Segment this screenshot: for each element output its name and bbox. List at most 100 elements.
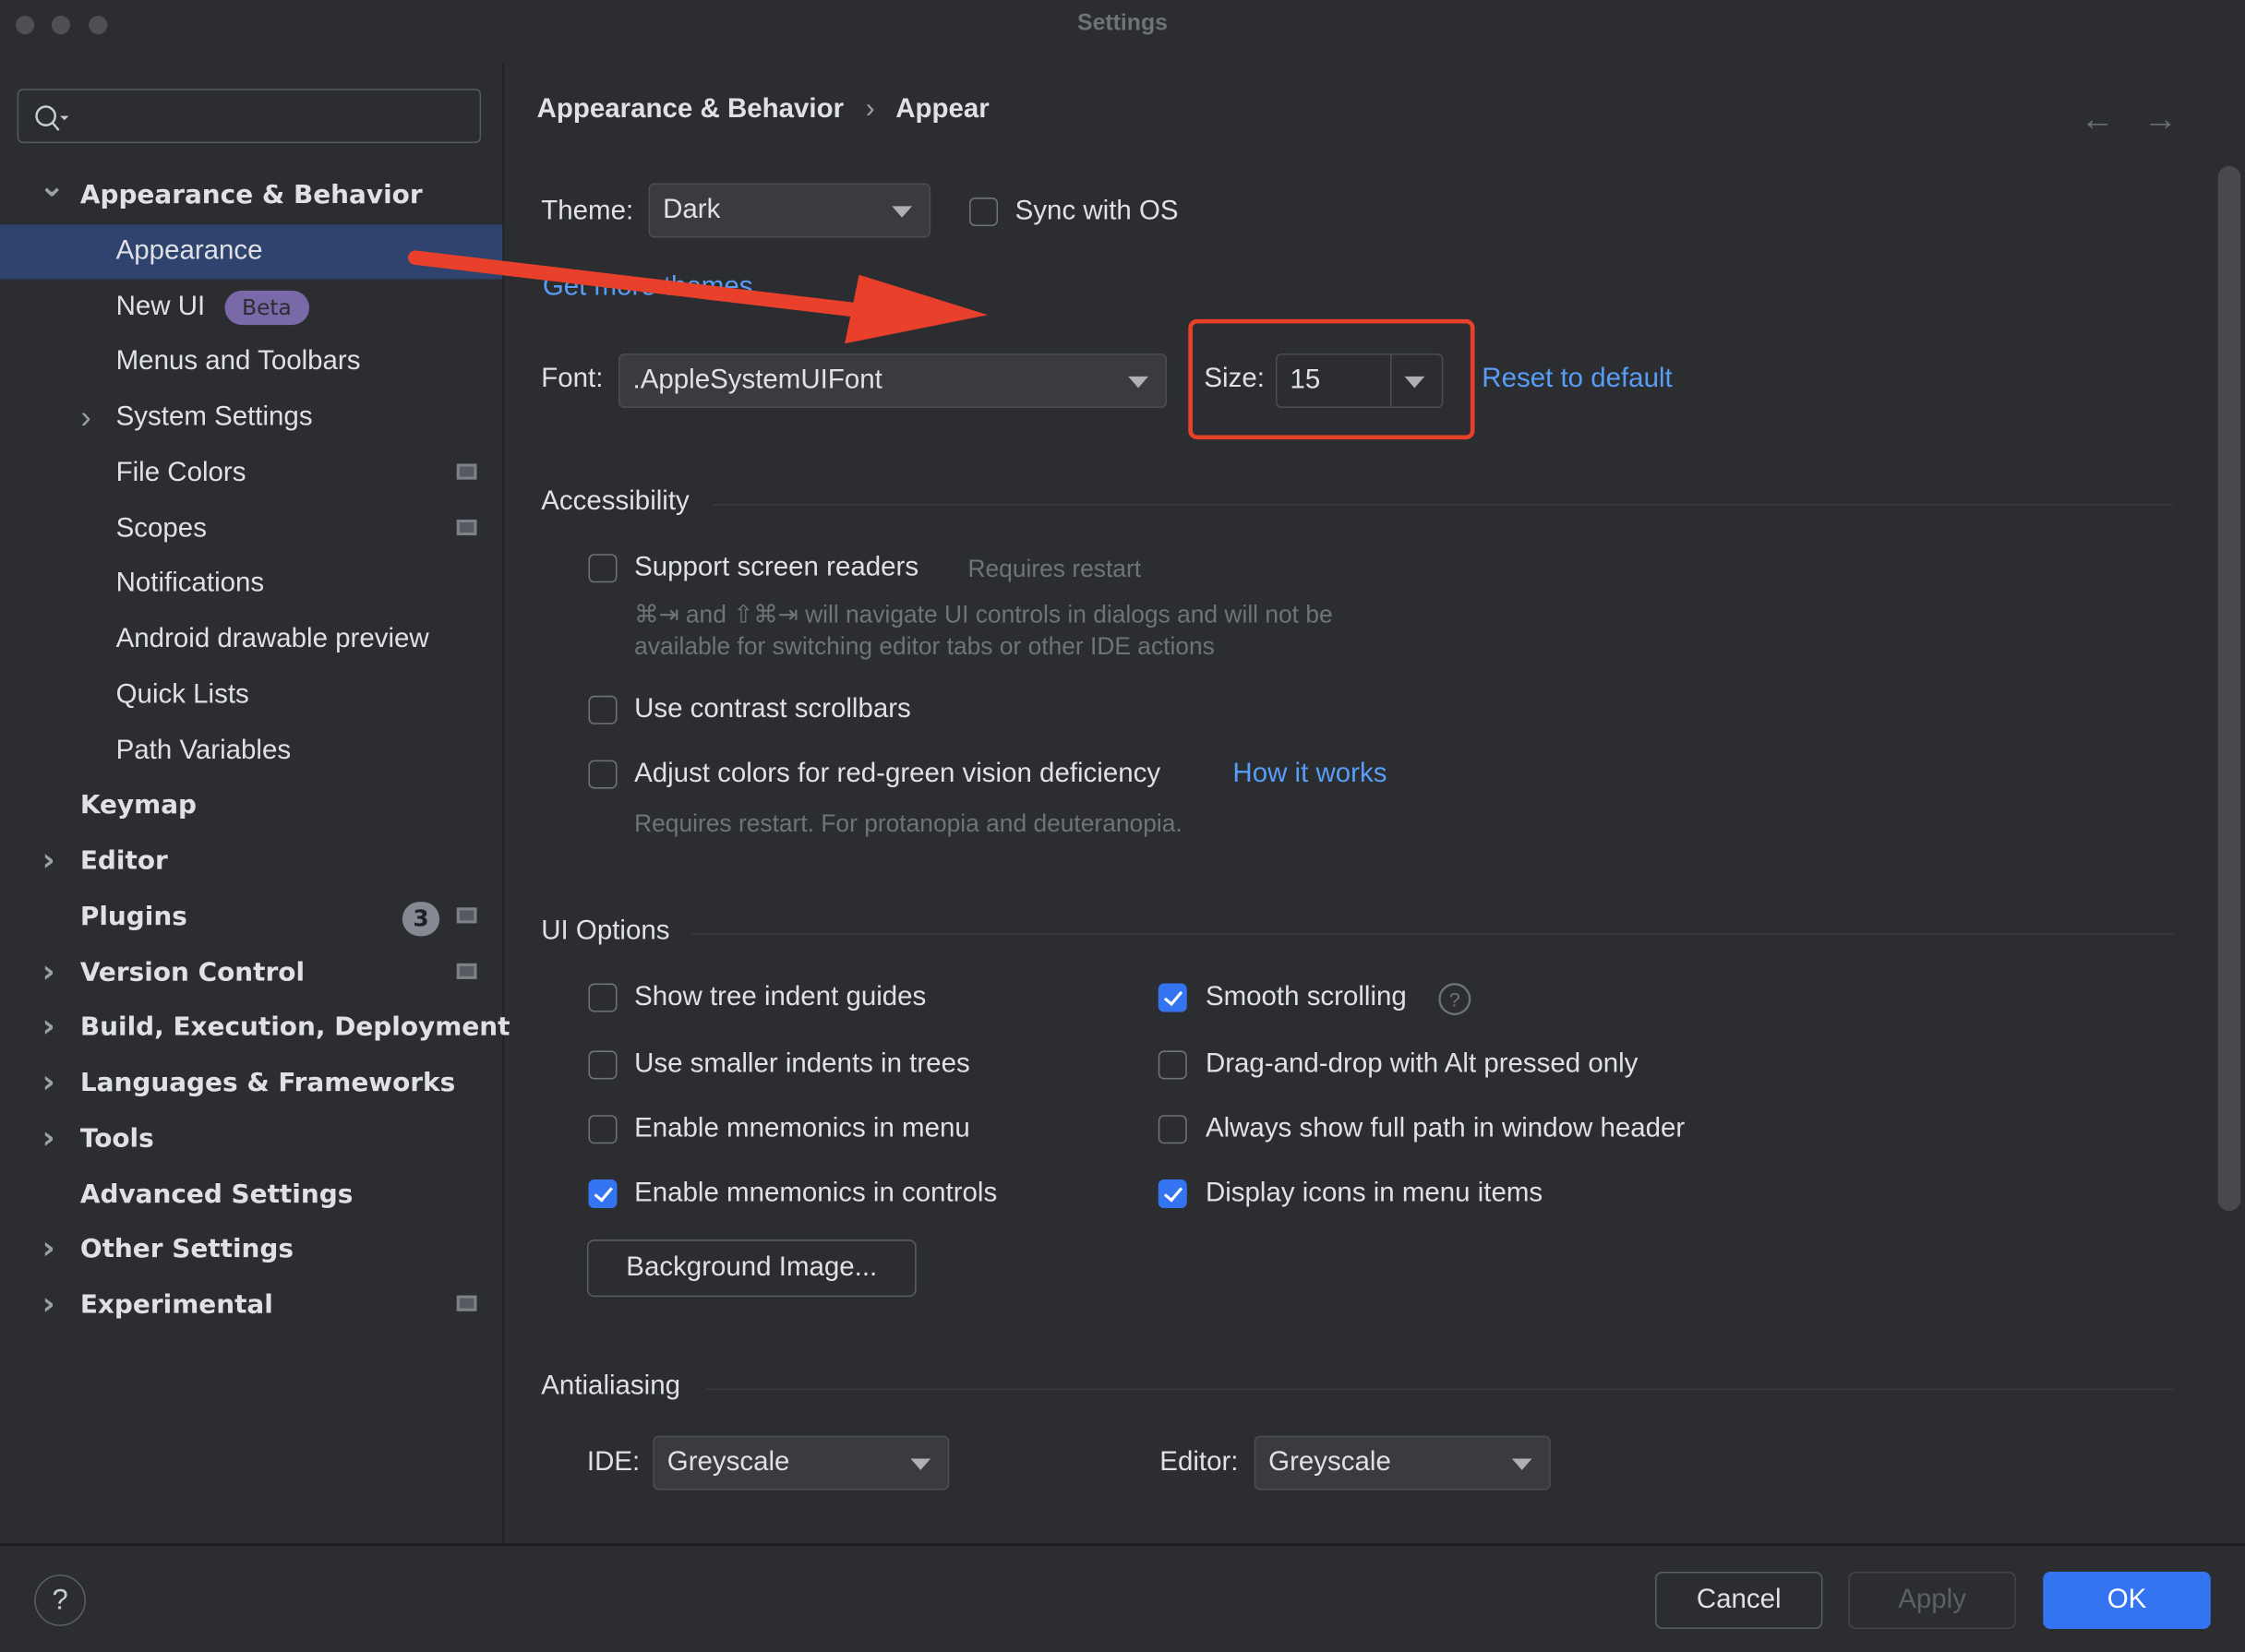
sidebar-item-label: Menus and Toolbars [115, 346, 361, 377]
editor-antialiasing-dropdown[interactable]: Greyscale [1254, 1435, 1551, 1490]
drag-and-drop-with-alt-pressed-only-checkbox[interactable] [1158, 1050, 1187, 1080]
back-arrow-icon[interactable]: ← [2081, 101, 2115, 140]
always-show-full-path-in-window-header-checkbox[interactable] [1158, 1115, 1187, 1144]
sidebar-item-file-colors[interactable]: File Colors [0, 447, 502, 501]
chevron-right-icon[interactable]: › [39, 1112, 59, 1167]
settings-search-input[interactable] [17, 89, 482, 144]
accessibility-section-title: Accessibility [541, 486, 690, 517]
font-dropdown[interactable]: .AppleSystemUIFont [618, 353, 1168, 409]
cancel-button[interactable]: Cancel [1654, 1571, 1823, 1630]
sidebar-item-label: System Settings [115, 401, 313, 433]
chevron-down-icon[interactable]: ⌄ [39, 161, 66, 215]
search-field[interactable] [76, 95, 469, 139]
requires-restart-note: Requires restart [967, 555, 1142, 583]
dialog-footer: ? Cancel Apply OK [0, 1542, 2245, 1652]
sidebar-item-plugins[interactable]: Plugins 3 [0, 890, 502, 944]
sidebar-item-label: Other Settings [79, 1234, 294, 1264]
project-level-icon [456, 1295, 477, 1311]
sidebar-item-label: Appearance & Behavior [79, 180, 423, 210]
breadcrumb-separator: › [865, 94, 875, 125]
sidebar-item-other-settings[interactable]: › Other Settings [0, 1223, 502, 1277]
main-panel-scrollbar[interactable] [2217, 165, 2241, 1212]
plugins-update-count-badge: 3 [402, 901, 440, 936]
sidebar-item-build-execution-deployment[interactable]: › Build, Execution, Deployment [0, 1001, 510, 1056]
contrast-scrollbars-label: Use contrast scrollbars [634, 694, 911, 724]
drag-and-drop-with-alt-pressed-only-label: Drag-and-drop with Alt pressed only [1205, 1048, 1639, 1080]
sidebar-item-label: Build, Execution, Deployment [79, 1012, 510, 1043]
contrast-scrollbars-checkbox[interactable] [588, 695, 618, 724]
chevron-right-icon[interactable]: › [39, 945, 59, 1000]
ide-antialiasing-value: Greyscale [666, 1447, 790, 1478]
breadcrumb-parent[interactable]: Appearance & Behavior [537, 94, 844, 125]
use-smaller-indents-in-trees-checkbox[interactable] [588, 1050, 618, 1080]
display-icons-in-menu-items-checkbox[interactable] [1158, 1179, 1187, 1209]
theme-dropdown[interactable]: Dark [648, 183, 931, 238]
chevron-down-icon [910, 1458, 931, 1470]
beta-badge: Beta [224, 290, 309, 325]
sidebar-item-quick-lists[interactable]: Quick Lists [0, 668, 502, 723]
sidebar-item-label: Notifications [115, 569, 265, 599]
color-deficiency-label: Adjust colors for red-green vision defic… [634, 759, 1161, 789]
sidebar-item-label: Android drawable preview [115, 624, 429, 654]
breadcrumb: Appearance & Behavior › Appear [537, 94, 990, 126]
section-divider [713, 503, 2174, 506]
reset-to-default-link[interactable]: Reset to default [1482, 364, 1672, 395]
chevron-right-icon[interactable]: › [39, 1001, 59, 1056]
sidebar-item-label: Quick Lists [115, 679, 249, 710]
chevron-down-icon [1511, 1458, 1532, 1470]
sidebar-item-label: Scopes [115, 513, 207, 544]
sidebar-item-advanced-settings[interactable]: Advanced Settings [0, 1167, 502, 1222]
ide-antialiasing-label: IDE: [586, 1447, 641, 1478]
sidebar-item-system-settings[interactable]: › System Settings [0, 390, 502, 445]
window-title: Settings [1077, 11, 1168, 36]
chevron-right-icon[interactable]: › [76, 390, 96, 445]
sync-os-checkbox[interactable] [969, 198, 999, 227]
project-level-icon [456, 963, 477, 979]
support-screen-readers-checkbox[interactable] [588, 554, 618, 583]
sidebar-item-tools[interactable]: › Tools [0, 1112, 502, 1167]
sidebar-item-label: Advanced Settings [79, 1179, 354, 1209]
show-tree-indent-guides-checkbox[interactable] [588, 983, 618, 1012]
smooth-scrolling-checkbox[interactable] [1158, 983, 1187, 1012]
sidebar-item-android-drawable-preview[interactable]: Android drawable preview [0, 613, 502, 667]
chevron-right-icon[interactable]: › [39, 1057, 59, 1111]
ok-button[interactable]: OK [2043, 1571, 2211, 1630]
chevron-right-icon[interactable]: › [39, 834, 59, 889]
ide-antialiasing-dropdown[interactable]: Greyscale [653, 1435, 950, 1490]
how-it-works-link[interactable]: How it works [1232, 759, 1387, 790]
project-level-icon [456, 463, 477, 480]
breadcrumb-current: Appear [895, 94, 990, 125]
enable-mnemonics-in-controls-checkbox[interactable] [588, 1179, 618, 1209]
sidebar-item-label: Plugins [79, 901, 187, 932]
background-image-button[interactable]: Background Image... [586, 1239, 917, 1298]
support-screen-readers-label: Support screen readers [634, 552, 919, 583]
apply-button[interactable]: Apply [1848, 1571, 2016, 1630]
color-deficiency-checkbox[interactable] [588, 760, 618, 789]
theme-label: Theme: [541, 196, 634, 227]
sidebar-item-version-control[interactable]: › Version Control [0, 945, 502, 1000]
help-question-icon[interactable]: ? [1437, 982, 1471, 1016]
show-tree-indent-guides-label: Show tree indent guides [634, 981, 927, 1012]
chevron-right-icon[interactable]: › [39, 1278, 59, 1333]
sidebar-item-scopes[interactable]: Scopes [0, 502, 502, 557]
annotation-highlight-box [1188, 318, 1475, 440]
sidebar-item-notifications[interactable]: Notifications [0, 557, 502, 612]
svg-text:?: ? [1449, 988, 1460, 1011]
search-icon [35, 105, 69, 131]
sidebar-item-label: New UI [115, 291, 206, 322]
chevron-right-icon[interactable]: › [39, 1223, 59, 1277]
sidebar-item-languages-frameworks[interactable]: › Languages & Frameworks [0, 1057, 502, 1111]
sidebar-item-keymap[interactable]: Keymap [0, 779, 502, 833]
help-button[interactable]: ? [34, 1574, 87, 1626]
project-level-icon [456, 906, 477, 924]
enable-mnemonics-in-menu-label: Enable mnemonics in menu [634, 1113, 970, 1144]
sidebar-item-editor[interactable]: › Editor [0, 834, 502, 889]
sidebar-item-path-variables[interactable]: Path Variables [0, 724, 502, 778]
enable-mnemonics-in-menu-checkbox[interactable] [588, 1115, 618, 1144]
enable-mnemonics-in-controls-label: Enable mnemonics in controls [634, 1178, 998, 1209]
sidebar-item-appearance-behavior[interactable]: ⌄ Appearance & Behavior [0, 169, 502, 223]
use-smaller-indents-in-trees-label: Use smaller indents in trees [634, 1048, 970, 1080]
forward-arrow-icon[interactable]: → [2143, 101, 2178, 140]
sidebar-item-experimental[interactable]: › Experimental [0, 1278, 502, 1333]
smooth-scrolling-label: Smooth scrolling [1205, 981, 1407, 1012]
